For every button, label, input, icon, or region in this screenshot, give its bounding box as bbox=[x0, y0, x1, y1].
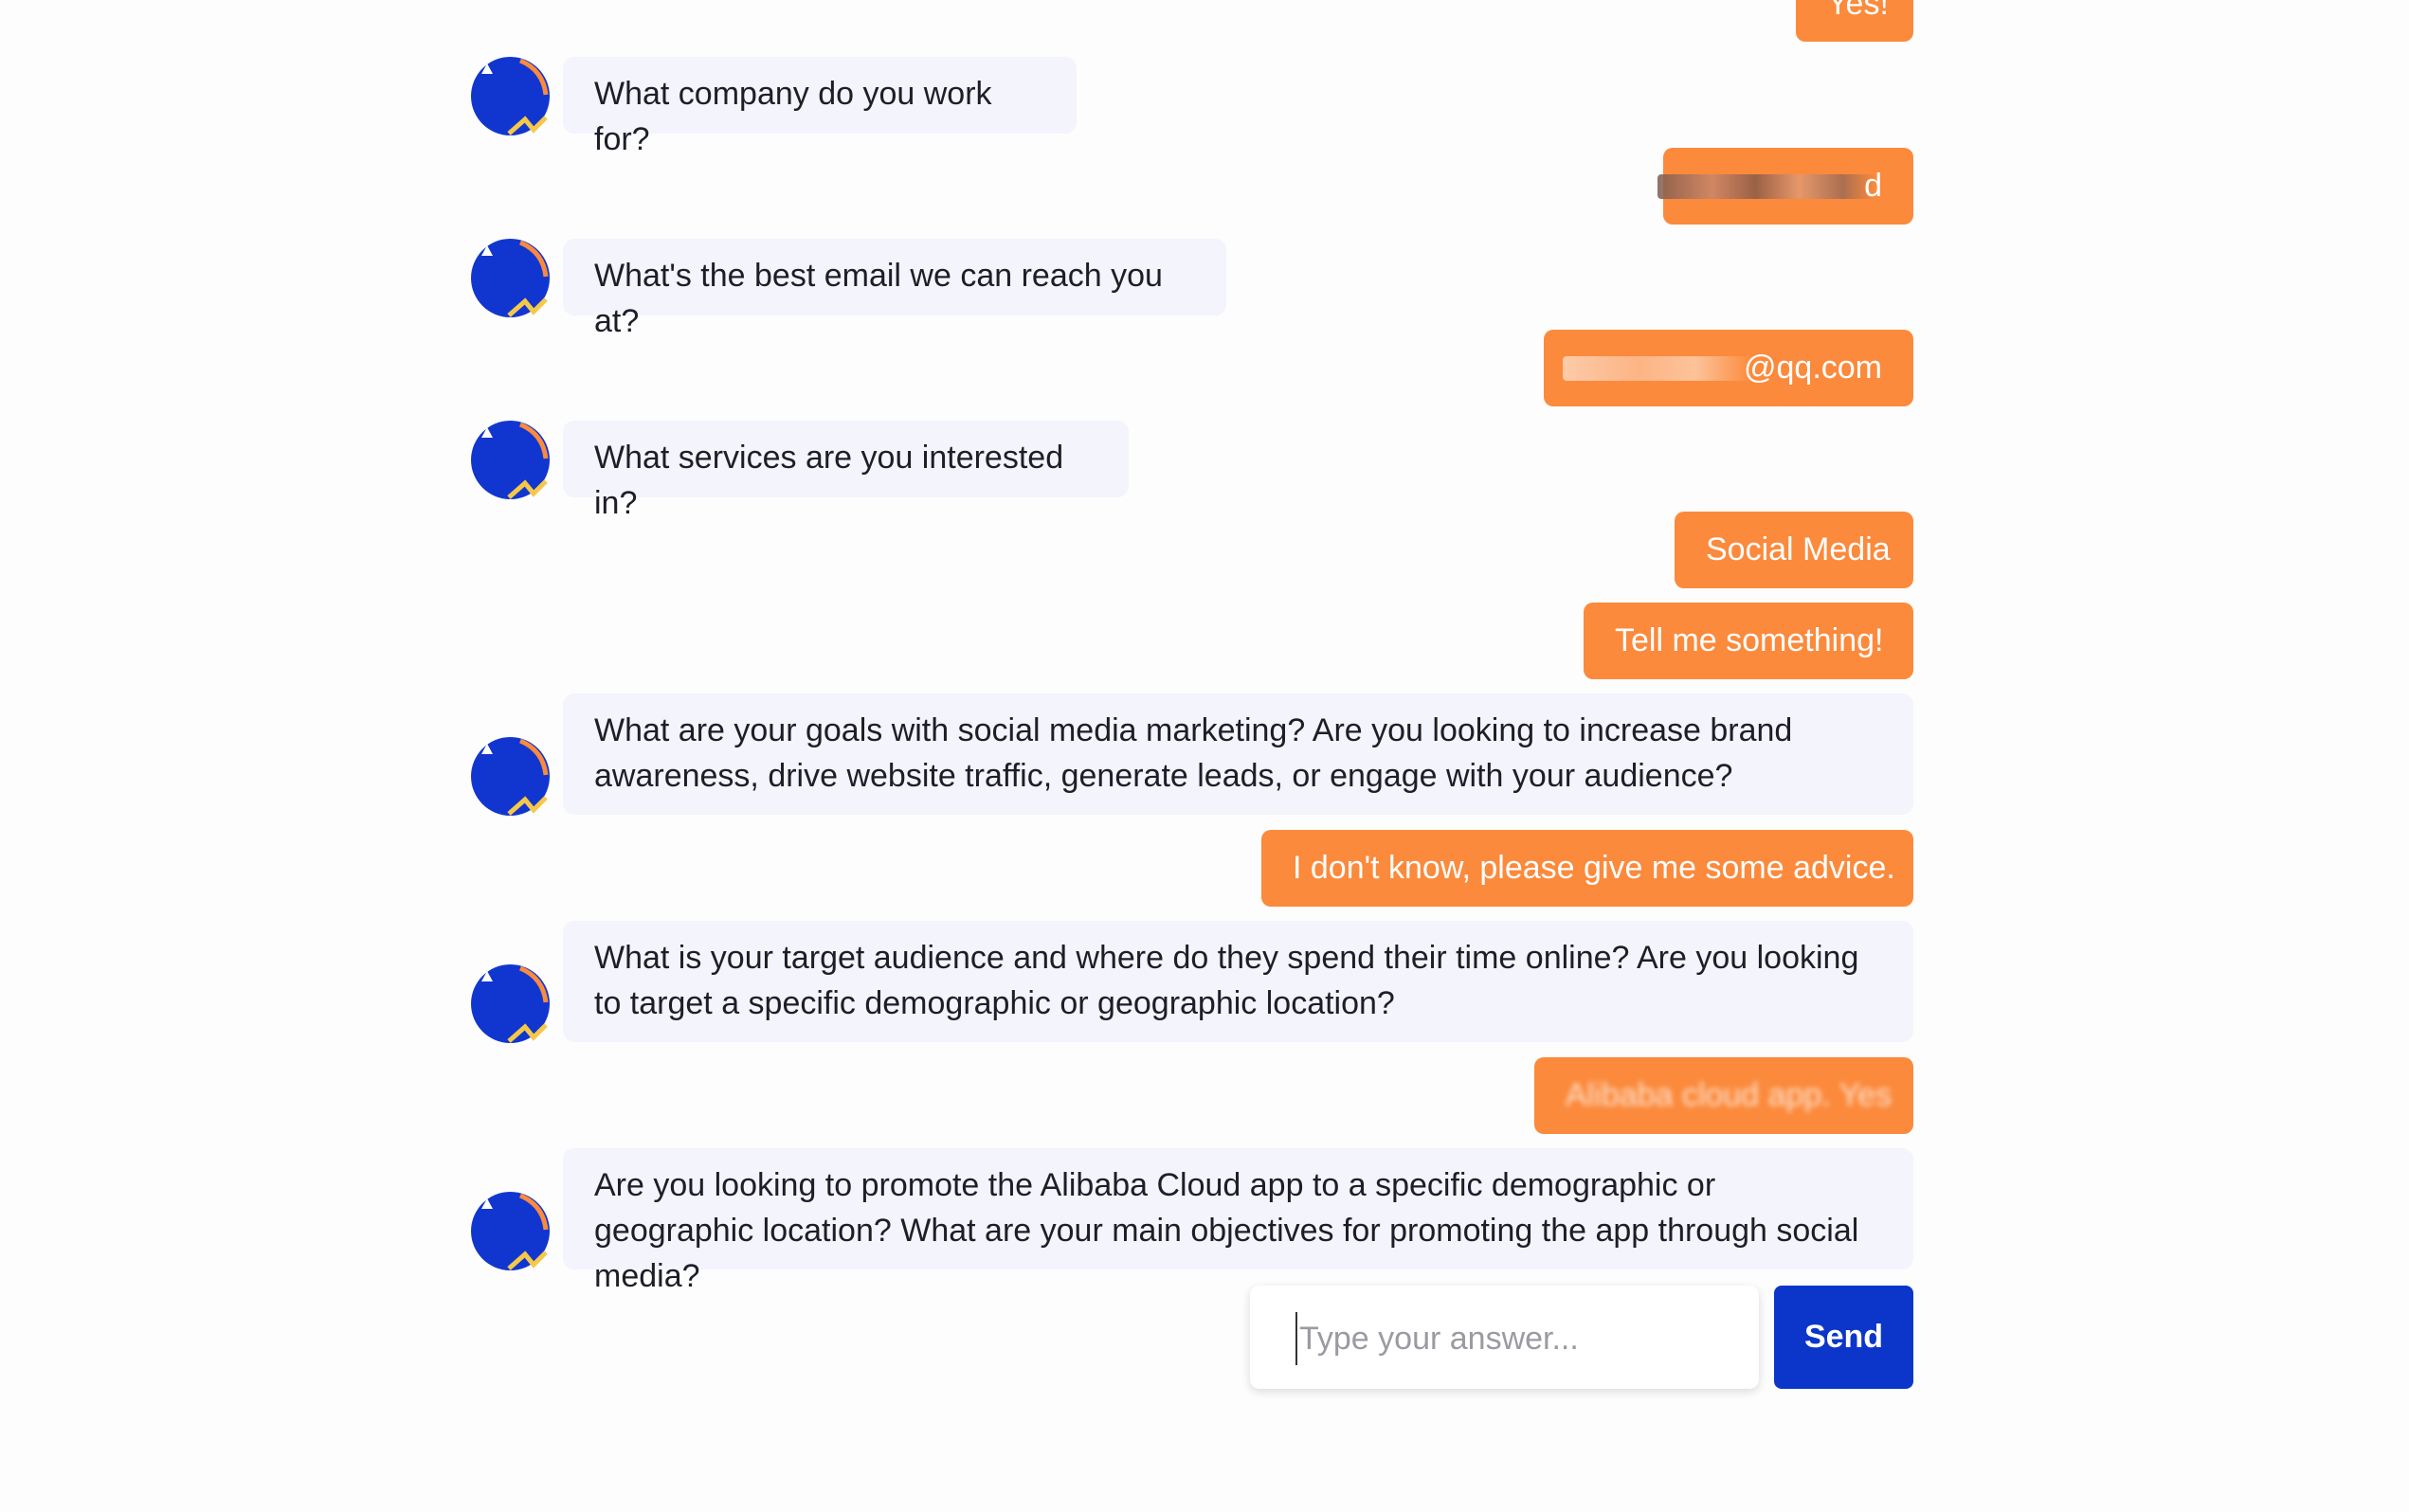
bot-bubble: What company do you work for? bbox=[563, 57, 1077, 157]
user-message-text: Yes! bbox=[1827, 0, 1889, 22]
user-message-text: @qq.com bbox=[1743, 350, 1882, 386]
user-bubble: @qq.com bbox=[1544, 330, 1913, 406]
user-message: @qq.com bbox=[471, 330, 1913, 406]
bot-message: What are your goals with social media ma… bbox=[471, 693, 1913, 816]
bot-message: What is your target audience and where d… bbox=[471, 921, 1913, 1043]
bot-avatar-icon bbox=[471, 421, 550, 499]
bot-message-text: What is your target audience and where d… bbox=[594, 940, 1859, 1021]
bot-message: Are you looking to promote the Alibaba C… bbox=[471, 1148, 1913, 1294]
user-bubble: Tell me something! bbox=[1584, 603, 1913, 679]
bot-message-text: What services are you interested in? bbox=[594, 440, 1064, 521]
user-message-text: Social Media bbox=[1706, 531, 1891, 567]
bot-message-text: Are you looking to promote the Alibaba C… bbox=[594, 1167, 1859, 1294]
bot-message: What's the best email we can reach you a… bbox=[471, 239, 1913, 339]
send-button[interactable]: Send bbox=[1774, 1286, 1913, 1389]
chat-window: Yes! What company do you work for? d Wha… bbox=[471, 0, 1913, 1512]
user-message: Tell me something! bbox=[471, 603, 1913, 679]
user-message: d bbox=[471, 148, 1913, 225]
redacted-text bbox=[1657, 174, 1875, 199]
bot-avatar-icon bbox=[471, 737, 550, 816]
bot-message-text: What company do you work for? bbox=[594, 76, 992, 157]
answer-input[interactable] bbox=[1295, 1312, 1737, 1365]
user-bubble: Alibaba cloud app. Yes bbox=[1534, 1057, 1913, 1134]
user-bubble: d bbox=[1657, 148, 1913, 225]
bot-message: What company do you work for? bbox=[471, 57, 1913, 157]
user-message: I don't know, please give me some advice… bbox=[471, 830, 1913, 907]
bot-avatar-icon bbox=[471, 57, 550, 135]
bot-bubble: What services are you interested in? bbox=[563, 421, 1129, 521]
bot-message-text: What are your goals with social media ma… bbox=[594, 712, 1793, 794]
bot-message-text: What's the best email we can reach you a… bbox=[594, 258, 1163, 339]
user-message-text: Tell me something! bbox=[1615, 622, 1884, 658]
bot-bubble: What are your goals with social media ma… bbox=[563, 693, 1913, 815]
user-message-text: Alibaba cloud app. Yes bbox=[1566, 1077, 1893, 1113]
user-message: Yes! bbox=[471, 0, 1913, 42]
bot-avatar-icon bbox=[471, 1192, 550, 1270]
bot-bubble: Are you looking to promote the Alibaba C… bbox=[563, 1148, 1913, 1294]
user-message-text: I don't know, please give me some advice… bbox=[1293, 850, 1895, 886]
user-bubble: Yes! bbox=[1796, 0, 1913, 42]
user-bubble: I don't know, please give me some advice… bbox=[1261, 830, 1913, 907]
user-message: Social Media bbox=[471, 512, 1913, 588]
user-message: Alibaba cloud app. Yes bbox=[471, 1057, 1913, 1134]
bot-bubble: What is your target audience and where d… bbox=[563, 921, 1913, 1042]
bot-bubble: What's the best email we can reach you a… bbox=[563, 239, 1226, 339]
user-message-text: d bbox=[1864, 168, 1882, 204]
redacted-text bbox=[1563, 356, 1752, 381]
user-bubble: Social Media bbox=[1675, 512, 1913, 588]
bot-avatar-icon bbox=[471, 239, 550, 317]
answer-input-container[interactable] bbox=[1250, 1286, 1759, 1389]
bot-avatar-icon bbox=[471, 964, 550, 1043]
bot-message: What services are you interested in? bbox=[471, 421, 1913, 521]
